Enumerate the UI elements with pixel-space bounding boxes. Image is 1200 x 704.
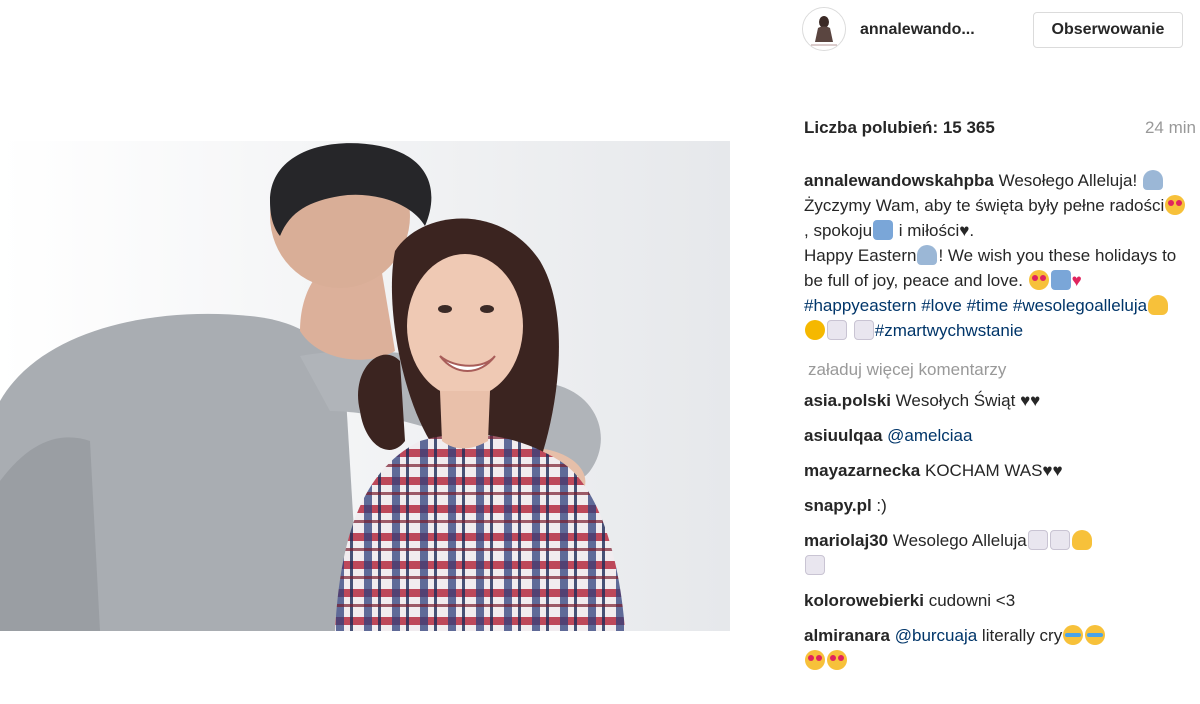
photo-illustration — [0, 141, 730, 631]
caption-text: , spokoju — [804, 221, 873, 240]
comment-username[interactable]: snapy.pl — [804, 496, 872, 515]
avatar-logo-icon — [803, 8, 845, 50]
comment-item: almiranara @burcuaja literally cry — [804, 623, 1190, 673]
comment-username[interactable]: asiuulqaa — [804, 426, 882, 445]
hearts-icon: ♥♥ — [1020, 391, 1041, 410]
hashtag-link[interactable]: #happyeastern — [804, 296, 916, 315]
post-side-panel: annalewando... Obserwowanie Liczba polub… — [790, 0, 1200, 704]
comment-username[interactable]: mayazarnecka — [804, 461, 920, 480]
heart-eyes-icon — [1028, 270, 1049, 290]
pray-icon — [1050, 270, 1071, 290]
bunny-icon — [1049, 530, 1070, 550]
person-icon — [1142, 170, 1163, 190]
mention-link[interactable]: @burcuaja — [895, 626, 977, 645]
hearts-icon: ♥♥ — [1042, 461, 1063, 480]
comment-username[interactable]: asia.polski — [804, 391, 891, 410]
post-time[interactable]: 24 min — [1145, 118, 1196, 138]
mention-link[interactable]: @amelciaa — [887, 426, 972, 445]
heart-icon: ♥ — [959, 221, 970, 240]
comment-item: asiuulqaa @amelciaa — [804, 423, 1190, 448]
comment-text: Wesolego Alleluja — [888, 531, 1027, 550]
bunny-icon — [853, 320, 874, 340]
hashtag-link[interactable]: #time — [967, 296, 1009, 315]
tears-of-joy-icon — [1085, 625, 1106, 645]
comment-item: mayazarnecka KOCHAM WAS♥♥ — [804, 458, 1190, 483]
comment-item: mariolaj30 Wesolego Alleluja — [804, 528, 1190, 578]
caption-text: Happy Eastern — [804, 246, 917, 265]
caption-text: i miłości — [894, 221, 960, 240]
instagram-post-view: annalewando... Obserwowanie Liczba polub… — [0, 0, 1200, 704]
hatching-chick-icon — [1071, 530, 1092, 550]
post-author-username[interactable]: annalewando... — [860, 21, 975, 39]
post-caption: annalewandowskahpba Wesołego Alleluja! Ż… — [804, 168, 1190, 343]
caption-text: Wesołego Alleluja! — [993, 171, 1142, 190]
caption-text: Życzymy Wam, aby te święta były pełne ra… — [804, 196, 1165, 215]
rooster-icon — [805, 555, 825, 575]
heart-eyes-icon — [827, 650, 847, 670]
bunny-icon — [1027, 530, 1048, 550]
bunny-icon — [827, 320, 847, 340]
comment-text: :) — [871, 496, 887, 515]
photo-column — [0, 0, 790, 704]
comment-item: snapy.pl :) — [804, 493, 1190, 518]
following-button[interactable]: Obserwowanie — [1033, 12, 1183, 48]
comment-item: asia.polski Wesołych Świąt ♥♥ — [804, 388, 1190, 413]
pray-icon — [873, 220, 894, 240]
comment-username[interactable]: kolorowebierki — [804, 591, 924, 610]
hashtag-link[interactable]: #love — [921, 296, 962, 315]
post-header: annalewando... Obserwowanie — [790, 0, 1200, 64]
hashtag-link[interactable]: #zmartwychwstanie — [875, 321, 1023, 340]
caption-text: . — [969, 221, 975, 240]
post-photo[interactable] — [0, 141, 730, 631]
likes-row: Liczba polubień: 15 365 24 min — [804, 116, 1196, 138]
caption-username[interactable]: annalewandowskahpba — [804, 171, 994, 190]
comment-text: KOCHAM WAS — [920, 461, 1043, 480]
person-icon — [917, 245, 938, 265]
comment-username[interactable]: mariolaj30 — [804, 531, 888, 550]
hashtag-link[interactable]: #wesolegoalleluja — [1013, 296, 1147, 315]
comments-list: annalewandowskahpba Wesołego Alleluja! Ż… — [804, 168, 1190, 683]
likes-count[interactable]: Liczba polubień: 15 365 — [804, 118, 995, 138]
avatar[interactable] — [802, 7, 846, 51]
tears-of-joy-icon — [1063, 625, 1084, 645]
comment-item: kolorowebierki cudowni <3 — [804, 588, 1190, 613]
heart-eyes-icon — [805, 650, 825, 670]
chick-icon — [805, 320, 825, 340]
red-heart-icon: ♥ — [1071, 271, 1082, 290]
comment-text: literally cry — [977, 626, 1063, 645]
load-more-comments-link[interactable]: załaduj więcej komentarzy — [808, 357, 1190, 382]
comment-text: Wesołych Świąt — [890, 391, 1021, 410]
heart-eyes-icon — [1165, 195, 1186, 215]
comment-username[interactable]: almiranara — [804, 626, 890, 645]
hatching-chick-icon — [1148, 295, 1169, 315]
comment-text: cudowni <3 — [923, 591, 1016, 610]
